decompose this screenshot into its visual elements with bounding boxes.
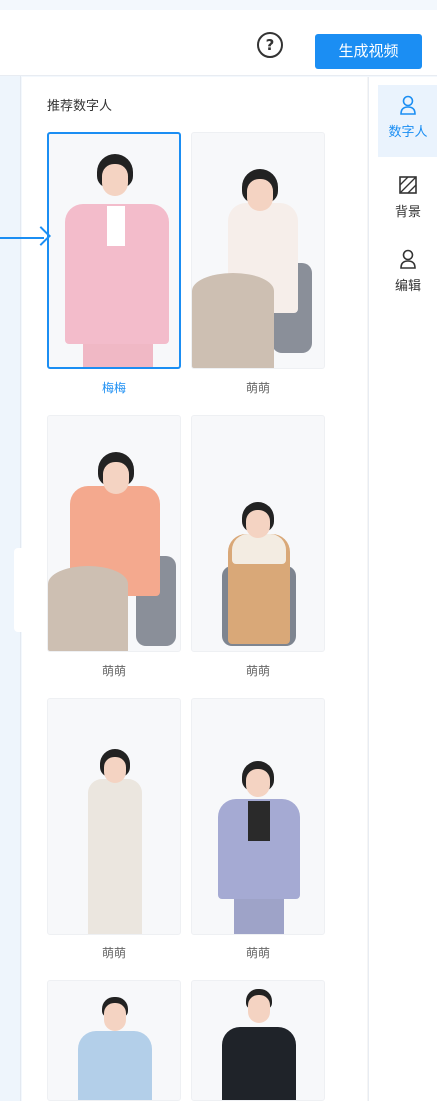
avatar-name: 萌萌	[245, 381, 270, 395]
section-title: 推荐数字人	[47, 99, 113, 114]
avatar-card-male-1[interactable]	[47, 980, 181, 1101]
avatar-image	[192, 981, 324, 1100]
edit-person-icon	[400, 249, 416, 269]
avatar-name: 梅梅	[101, 381, 126, 395]
question-circle-icon[interactable]: ?	[257, 32, 283, 58]
tab-edit[interactable]: 编辑	[378, 239, 437, 311]
avatar-panel: 推荐数字人 梅梅 萌萌 萌萌 萌萌 萌萌 萌萌	[22, 77, 389, 1101]
avatar-name: 萌萌	[101, 664, 126, 678]
background-icon	[399, 176, 417, 194]
tab-digital-human[interactable]: 数字人	[378, 85, 437, 157]
avatar-name: 萌萌	[101, 946, 126, 960]
avatar-card-male-2[interactable]	[191, 980, 325, 1101]
avatar-image	[192, 133, 324, 368]
tab-label: 数字人	[388, 125, 428, 140]
avatar-card-mengmeng-1[interactable]	[191, 132, 325, 369]
avatar-card-meimei[interactable]	[47, 132, 181, 369]
avatar-image	[48, 699, 180, 934]
avatar-image	[48, 416, 180, 651]
avatar-name: 萌萌	[245, 946, 270, 960]
right-tab-bar: 数字人 背景 编辑	[368, 77, 437, 1101]
avatar-card-mengmeng-5[interactable]	[191, 698, 325, 935]
generate-video-button[interactable]: 生成视频	[315, 34, 422, 69]
person-icon	[400, 95, 416, 115]
top-header: ? 生成视频	[0, 10, 437, 76]
tab-background[interactable]: 背景	[378, 165, 437, 237]
avatar-image	[192, 699, 324, 934]
avatar-card-mengmeng-3[interactable]	[191, 415, 325, 652]
avatar-image	[49, 134, 179, 367]
avatar-card-mengmeng-4[interactable]	[47, 698, 181, 935]
avatar-image	[192, 416, 324, 651]
avatar-name: 萌萌	[245, 664, 270, 678]
avatar-image	[48, 981, 180, 1100]
tab-label: 编辑	[394, 279, 421, 294]
collapse-handle[interactable]	[14, 548, 22, 632]
tab-label: 背景	[394, 205, 421, 220]
avatar-card-mengmeng-2[interactable]	[47, 415, 181, 652]
